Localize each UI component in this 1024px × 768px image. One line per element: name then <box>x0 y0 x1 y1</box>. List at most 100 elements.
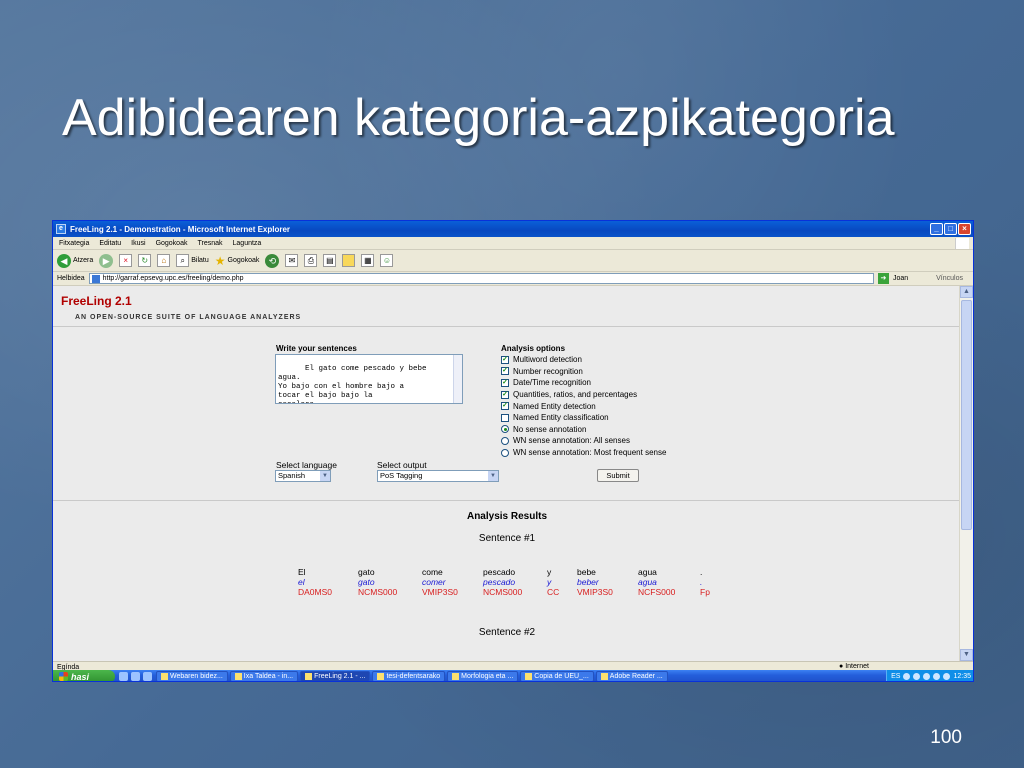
task-icon <box>305 673 313 680</box>
option-wn-mfs[interactable]: WN sense annotation: Most frequent sense <box>501 447 666 459</box>
menu-favorites[interactable]: Gogokoak <box>156 240 188 247</box>
tray-language[interactable]: ES <box>891 673 900 680</box>
links-button[interactable]: Vínculos <box>936 275 963 282</box>
results-title: Analysis Results <box>466 511 548 522</box>
taskbar-item[interactable]: Webaren bidez... <box>156 671 228 681</box>
token-lemma: el <box>298 577 305 587</box>
research-button[interactable]: ▦ <box>361 254 375 267</box>
option-wn-all[interactable]: WN sense annotation: All senses <box>501 435 666 447</box>
edit-button[interactable]: ▤ <box>323 254 337 267</box>
tray-icon[interactable] <box>943 673 951 680</box>
tray-icon[interactable] <box>933 673 941 680</box>
menu-edit[interactable]: Editatu <box>99 240 121 247</box>
menu-view[interactable]: Ikusi <box>131 240 145 247</box>
scroll-thumb[interactable] <box>961 300 972 530</box>
checkbox-checked[interactable]: ✓ <box>501 390 509 399</box>
checkbox-checked[interactable]: ✓ <box>501 367 509 376</box>
go-arrow-icon[interactable]: ➜ <box>877 273 889 284</box>
folder-icon <box>377 673 385 680</box>
status-zone: ● Internet <box>839 663 869 670</box>
history-icon: ⟲ <box>265 253 280 268</box>
address-input[interactable]: http://garraf.epsevg.upc.es/freeling/dem… <box>88 273 874 284</box>
history-button[interactable]: ⟲ <box>265 253 280 268</box>
address-bar: Helbidea http://garraf.epsevg.upc.es/fre… <box>53 272 973 286</box>
textarea-scrollbar[interactable] <box>453 355 462 403</box>
checkbox-checked[interactable]: ✓ <box>501 378 509 387</box>
start-button[interactable]: hasi <box>53 670 115 681</box>
quick-launch-icon[interactable] <box>119 672 128 681</box>
taskbar-item-active[interactable]: FreeLing 2.1 - ... <box>300 671 371 681</box>
folder-icon <box>342 254 356 267</box>
search-button[interactable]: ⌕ Bilatu <box>176 254 209 267</box>
checkbox-checked[interactable]: ✓ <box>501 355 509 364</box>
option-ne-detection[interactable]: ✓ Named Entity detection <box>501 400 666 412</box>
home-button[interactable]: ⌂ <box>157 254 171 267</box>
minimize-button[interactable]: _ <box>930 223 943 235</box>
checkbox-unchecked[interactable] <box>501 413 509 422</box>
task-label: tesi-defentsarako <box>386 673 441 680</box>
research-icon: ▦ <box>361 254 375 267</box>
forward-button[interactable]: ▶ <box>99 253 114 268</box>
stop-button[interactable]: × <box>119 254 133 267</box>
toolbar: ◀ Atzera ▶ × ↻ ⌂ ⌕ Bilatu ★ Gogokoak ⟲ ✉… <box>53 250 973 272</box>
globe-icon: ● <box>839 663 844 670</box>
window-titlebar[interactable]: e FreeLing 2.1 - Demonstration - Microso… <box>53 221 973 237</box>
token-column: . . Fp <box>700 567 730 597</box>
mail-button[interactable]: ✉ <box>285 254 299 267</box>
chevron-down-icon[interactable]: ▼ <box>320 471 330 481</box>
back-button[interactable]: ◀ Atzera <box>57 253 93 268</box>
taskbar-item[interactable]: Copia de UEU_... <box>520 671 594 681</box>
taskbar-item[interactable]: Ixa Taldea - in... <box>229 671 299 681</box>
maximize-button[interactable]: □ <box>944 223 957 235</box>
token-tag: NCFS000 <box>638 587 676 597</box>
task-label: Webaren bidez... <box>170 673 223 680</box>
go-button[interactable]: Joan <box>893 275 908 282</box>
token-lemma: comer <box>422 577 446 587</box>
option-no-sense[interactable]: No sense annotation <box>501 424 666 436</box>
task-icon <box>452 673 460 680</box>
tray-icon[interactable] <box>903 673 911 680</box>
scroll-up-icon[interactable]: ▲ <box>960 286 973 298</box>
radio-selected[interactable] <box>501 425 509 434</box>
taskbar-item[interactable]: Adobe Reader ... <box>595 671 668 681</box>
quick-launch-icon[interactable] <box>131 672 140 681</box>
radio-unselected[interactable] <box>501 448 509 457</box>
quick-launch-icon[interactable] <box>143 672 152 681</box>
menu-file[interactable]: Fitxategia <box>59 240 89 247</box>
address-label: Helbidea <box>57 275 85 282</box>
option-label: Number recognition <box>513 366 583 376</box>
language-select[interactable]: Spanish ▼ <box>275 470 331 482</box>
scroll-down-icon[interactable]: ▼ <box>960 649 973 661</box>
taskbar-item[interactable]: Morfologia eta ... <box>447 671 519 681</box>
sentences-textarea[interactable]: El gato come pescado y bebe agua. Yo baj… <box>275 354 463 404</box>
output-select[interactable]: PoS Tagging ▼ <box>377 470 499 482</box>
taskbar-item[interactable]: tesi-defentsarako <box>372 671 446 681</box>
refresh-button[interactable]: ↻ <box>138 254 152 267</box>
folder-button[interactable] <box>342 254 356 267</box>
menu-tools[interactable]: Tresnak <box>197 240 222 247</box>
option-multiword[interactable]: ✓ Multiword detection <box>501 354 666 366</box>
messenger-button[interactable]: ☺ <box>380 254 394 267</box>
tray-icon[interactable] <box>913 673 921 680</box>
tray-icon[interactable] <box>923 673 931 680</box>
checkbox-checked[interactable]: ✓ <box>501 402 509 411</box>
task-label: Adobe Reader ... <box>609 673 663 680</box>
option-ne-classification[interactable]: Named Entity classification <box>501 412 666 424</box>
print-button[interactable]: ⎙ <box>304 254 318 267</box>
option-label: WN sense annotation: Most frequent sense <box>513 448 667 458</box>
submit-button[interactable]: Submit <box>597 469 639 482</box>
option-number[interactable]: ✓ Number recognition <box>501 366 666 378</box>
page-scrollbar[interactable]: ▲ ▼ <box>959 286 973 661</box>
quick-launch <box>119 672 152 681</box>
tray-clock: 12:35 <box>953 673 971 680</box>
close-button[interactable]: × <box>958 223 971 235</box>
search-icon: ⌕ <box>176 254 190 267</box>
chevron-down-icon[interactable]: ▼ <box>488 471 498 481</box>
option-quantities[interactable]: ✓ Quantities, ratios, and percentages <box>501 389 666 401</box>
radio-unselected[interactable] <box>501 436 509 445</box>
favorites-button[interactable]: ★ Gogokoak <box>215 254 260 268</box>
token-lemma: beber <box>577 577 599 587</box>
menu-help[interactable]: Laguntza <box>233 240 262 247</box>
task-label: FreeLing 2.1 - ... <box>314 673 366 680</box>
option-datetime[interactable]: ✓ Date/Time recognition <box>501 377 666 389</box>
